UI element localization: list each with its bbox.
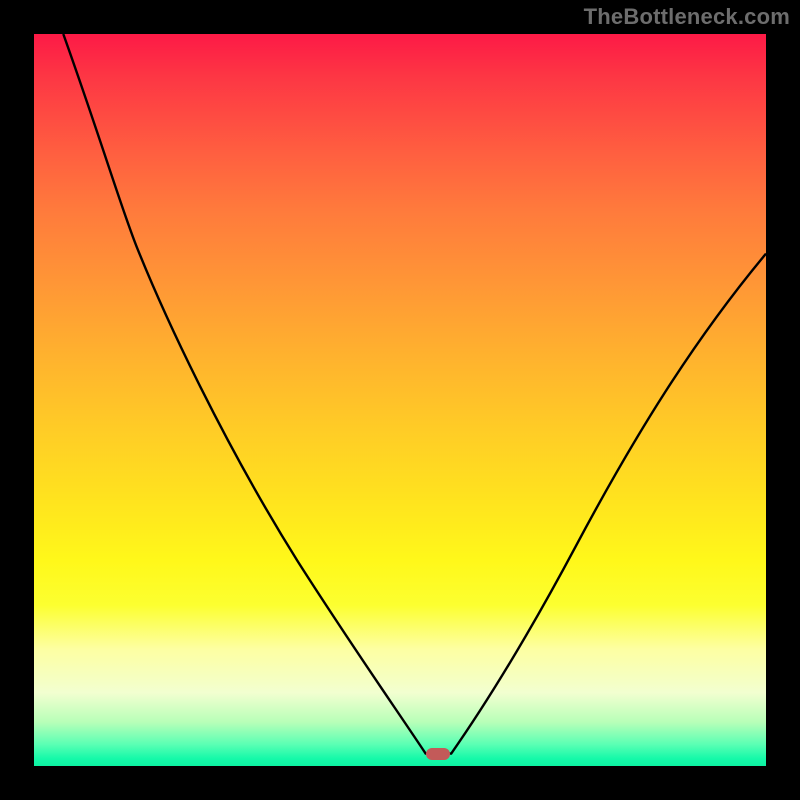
attribution-text: TheBottleneck.com <box>584 4 790 30</box>
plot-area <box>34 34 766 766</box>
curve-path <box>63 34 766 754</box>
bottleneck-curve <box>34 34 766 766</box>
chart-stage: TheBottleneck.com <box>0 0 800 800</box>
minimum-marker <box>426 748 450 760</box>
